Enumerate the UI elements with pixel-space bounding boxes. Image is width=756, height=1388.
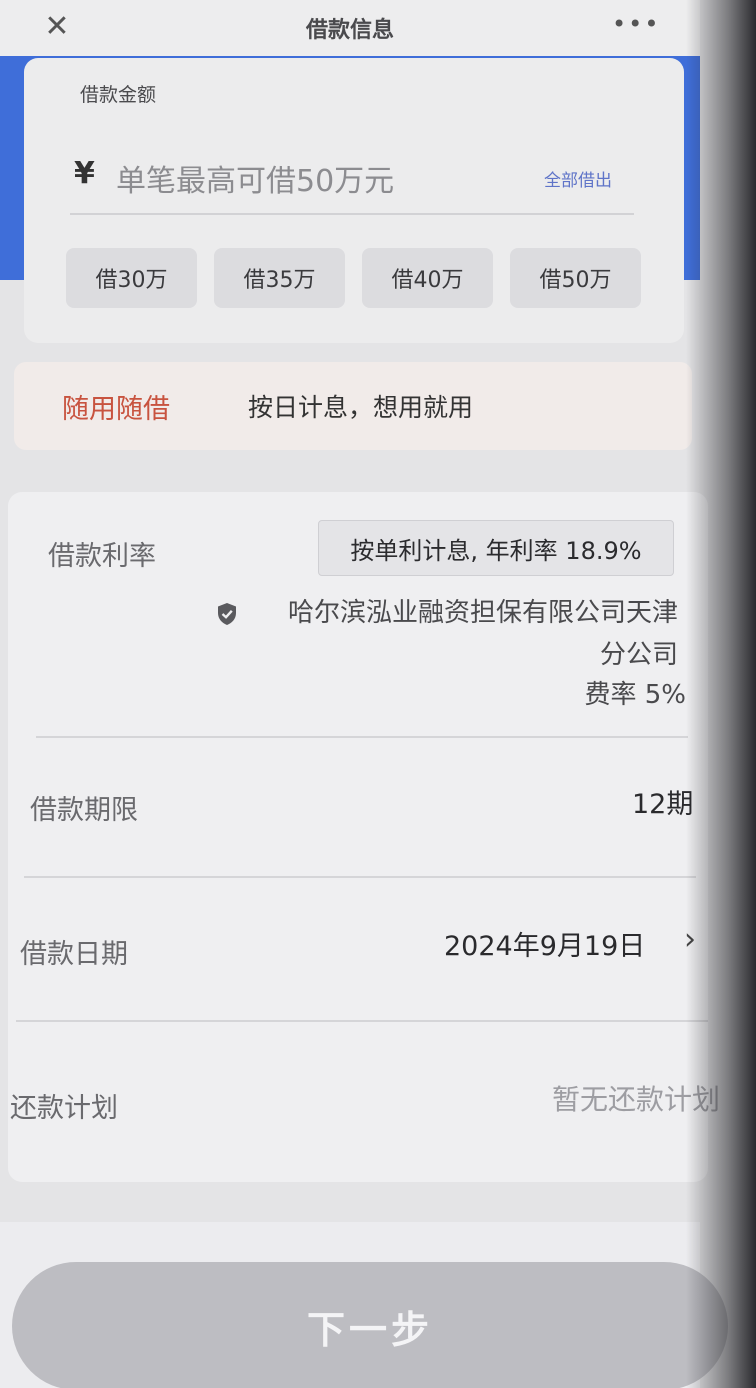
loan-date-label: 借款日期 bbox=[20, 939, 128, 970]
close-icon[interactable]: ✕ bbox=[42, 12, 72, 42]
amount-chip-35[interactable]: 借35万 bbox=[214, 248, 345, 308]
row-divider bbox=[24, 876, 696, 878]
amount-chip-50[interactable]: 借50万 bbox=[510, 248, 641, 308]
amount-divider bbox=[70, 213, 634, 215]
loan-amount-input[interactable]: 单笔最高可借50万元 bbox=[116, 156, 394, 200]
amount-chip-30[interactable]: 借30万 bbox=[66, 248, 197, 308]
loan-amount-card: 借款金额 ¥ 单笔最高可借50万元 全部借出 借30万 借35万 借40万 借5… bbox=[24, 58, 684, 343]
guarantor-line-1: 哈尔滨泓业融资担保有限公司天津 bbox=[287, 598, 678, 628]
currency-symbol: ¥ bbox=[74, 156, 95, 191]
guarantor-line-2: 分公司 bbox=[599, 640, 678, 670]
interest-rate-label: 借款利率 bbox=[48, 541, 156, 572]
interest-rate-value: 按单利计息, 年利率 18.9% bbox=[318, 520, 674, 576]
promo-text: 按日计息，想用就用 bbox=[248, 393, 474, 422]
more-options-icon[interactable]: ••• bbox=[612, 10, 660, 38]
loan-date-value[interactable]: 2024年9月19日 bbox=[444, 924, 645, 963]
borrow-all-link[interactable]: 全部借出 bbox=[544, 166, 612, 191]
device-edge bbox=[686, 0, 756, 1388]
repayment-plan-label: 还款计划 bbox=[10, 1093, 118, 1124]
top-navigation-bar: ✕ 借款信息 ••• bbox=[0, 0, 700, 56]
fee-rate: 费率 5% bbox=[584, 680, 686, 710]
row-divider bbox=[16, 1020, 708, 1022]
next-step-button[interactable]: 下一步 bbox=[12, 1262, 728, 1388]
promo-tag: 随用随借 bbox=[62, 394, 170, 425]
row-divider bbox=[36, 736, 688, 738]
guarantor-company: 哈尔滨泓业融资担保有限公司天津 分公司 bbox=[228, 592, 678, 676]
loan-details-card: 借款利率 按单利计息, 年利率 18.9% 哈尔滨泓业融资担保有限公司天津 分公… bbox=[8, 492, 720, 1182]
loan-term-value[interactable]: 12期 bbox=[632, 782, 693, 821]
amount-chip-40[interactable]: 借40万 bbox=[362, 248, 493, 308]
loan-term-label: 借款期限 bbox=[30, 795, 138, 826]
page-title: 借款信息 bbox=[305, 18, 394, 43]
promo-banner: 随用随借 按日计息，想用就用 bbox=[14, 362, 692, 450]
loan-amount-label: 借款金额 bbox=[80, 84, 157, 106]
quick-amount-chips: 借30万 借35万 借40万 借50万 bbox=[66, 248, 641, 308]
